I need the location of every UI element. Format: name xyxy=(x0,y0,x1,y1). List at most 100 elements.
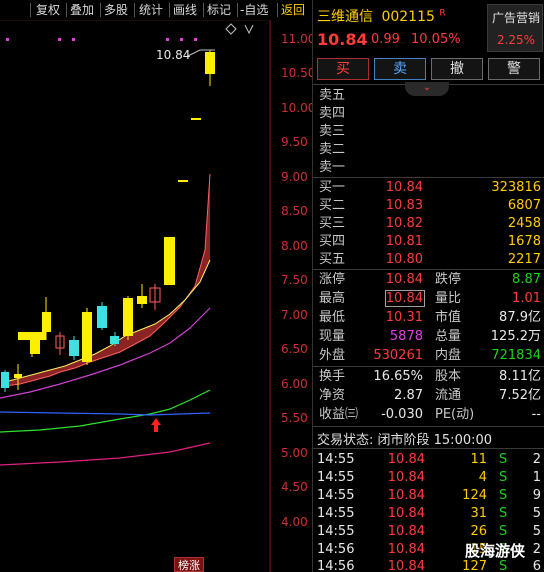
candle-down xyxy=(110,336,119,344)
toolbar-separator xyxy=(237,3,238,17)
signal-dot xyxy=(166,38,169,41)
bid-price: 10.80 xyxy=(385,252,423,267)
ma120-line xyxy=(0,411,211,416)
stock-name-text: 三维通信 xyxy=(317,9,373,25)
toolbar-overlay-button[interactable]: 叠加 xyxy=(70,0,94,20)
tick-price: 10.84 xyxy=(387,488,425,503)
bid-row[interactable]: 买一 10.84 323816 xyxy=(313,178,544,197)
tick-time: 14:55 xyxy=(317,470,355,485)
toolbar-draw-button[interactable]: 画线 xyxy=(173,0,197,20)
ask-row: 卖五 xyxy=(313,86,544,105)
tick-volume: 4 xyxy=(478,470,487,485)
alert-button[interactable]: 警 xyxy=(488,58,540,80)
candlestick-chart[interactable]: 10.84 11.00 10.50 10.00 9.50 9.00 8.50 8… xyxy=(0,19,315,572)
bid-price: 10.84 xyxy=(385,180,423,195)
chart-canvas xyxy=(0,19,271,572)
toolbar-separator xyxy=(100,3,101,17)
toolbar-separator xyxy=(30,3,31,17)
tick-side: S xyxy=(499,506,508,521)
bid-label: 买三 xyxy=(319,216,346,231)
y-axis-tick: 7.00 xyxy=(281,308,308,322)
shares-label: 股本 xyxy=(435,369,462,384)
bid-label: 买四 xyxy=(319,234,346,249)
bid-row[interactable]: 买二 10.83 6807 xyxy=(313,196,544,215)
bid-label: 买二 xyxy=(319,198,346,213)
y-axis-tick: 7.50 xyxy=(281,273,308,287)
bid-volume: 1678 xyxy=(507,234,541,249)
toolbar-watchlist-button[interactable]: -自选 xyxy=(240,0,268,20)
toolbar-fuquan-button[interactable]: 复权 xyxy=(36,0,60,20)
buy-button[interactable]: 买 xyxy=(317,58,369,80)
y-axis-tick: 8.00 xyxy=(281,239,308,253)
bid-volume: 6807 xyxy=(507,198,541,213)
volume-ratio-value: 1.01 xyxy=(512,291,541,306)
bid-label: 买五 xyxy=(319,252,346,267)
nav-value: 2.87 xyxy=(394,388,423,403)
candle-up xyxy=(137,296,147,304)
price-change: 0.99 xyxy=(371,32,400,47)
y-axis-tick: 8.50 xyxy=(281,204,308,218)
toolbar-stats-button[interactable]: 统计 xyxy=(139,0,163,20)
candle-up xyxy=(42,312,51,332)
bid-price: 10.82 xyxy=(385,216,423,231)
toolbar-back-button[interactable]: 返回 xyxy=(281,0,305,20)
candle-up xyxy=(164,237,175,285)
candle-up xyxy=(123,298,133,336)
limit-up-value: 10.84 xyxy=(385,272,423,287)
candle-up xyxy=(82,312,92,362)
tick-time: 14:56 xyxy=(317,559,355,572)
watermark: 股海游侠 xyxy=(465,542,526,560)
toolbar-mark-button[interactable]: 标记 xyxy=(207,0,231,20)
signal-dot xyxy=(194,38,197,41)
ma250-line xyxy=(0,442,211,466)
divider xyxy=(313,448,544,449)
sell-button[interactable]: 卖 xyxy=(374,58,426,80)
tick-price: 10.84 xyxy=(387,559,425,572)
eps-label: 收益㈢ xyxy=(319,407,359,422)
y-axis-tick: 10.50 xyxy=(281,66,316,80)
float-shares-value: 7.52亿 xyxy=(499,388,541,403)
low-label: 最低 xyxy=(319,310,346,325)
stats-row: 收益㈢ -0.030 PE(动) -- xyxy=(313,405,544,424)
bid-row[interactable]: 买三 10.82 2458 xyxy=(313,214,544,233)
y-axis-tick: 9.50 xyxy=(281,135,308,149)
tick-time: 14:55 xyxy=(317,452,355,467)
cancel-order-button[interactable]: 撤 xyxy=(431,58,483,80)
stats-row: 外盘 530261 内盘 721834 xyxy=(313,346,544,365)
toolbar-separator xyxy=(169,3,170,17)
float-shares-label: 流通 xyxy=(435,388,462,403)
ask-label: 卖一 xyxy=(319,160,346,175)
sector-change: 2.25% xyxy=(496,33,536,47)
quote-panel: 三维通信 002115 R 10.84 0.99 10.05% 广告营销 2.2… xyxy=(312,0,544,572)
outer-volume-label: 外盘 xyxy=(319,348,346,363)
ask-row: 卖一 xyxy=(313,158,544,177)
y-axis-tick: 6.00 xyxy=(281,377,308,391)
y-axis-tick: 4.50 xyxy=(281,480,308,494)
sector-box[interactable]: 广告营销 2.25% xyxy=(487,4,543,52)
outer-volume-value: 530261 xyxy=(373,348,423,363)
tick-price: 10.84 xyxy=(387,452,425,467)
tick-side: S xyxy=(499,524,508,539)
bid-row[interactable]: 买四 10.81 1678 xyxy=(313,232,544,251)
signal-dots xyxy=(6,38,197,41)
signal-dot xyxy=(58,38,61,41)
tick-count: 5 xyxy=(532,524,541,539)
candle-up xyxy=(205,52,215,74)
market-cap-value: 87.9亿 xyxy=(499,310,541,325)
candle-down xyxy=(97,306,107,328)
tick-count: 5 xyxy=(532,506,541,521)
market-cap-label: 市值 xyxy=(435,310,462,325)
volume-ratio-label: 量比 xyxy=(435,291,462,306)
ma-band xyxy=(5,174,210,386)
y-axis-tick: 5.00 xyxy=(281,446,308,460)
ask-label: 卖三 xyxy=(319,124,346,139)
tick-volume: 11 xyxy=(470,452,487,467)
dragon-tiger-tag[interactable]: 榜涨 xyxy=(174,557,204,572)
stock-name: 三维通信 002115 R xyxy=(317,6,446,26)
inner-volume-label: 内盘 xyxy=(435,348,462,363)
toolbar-multistock-button[interactable]: 多股 xyxy=(104,0,128,20)
price-change-pct: 10.05% xyxy=(411,32,461,47)
bid-row[interactable]: 买五 10.80 2217 xyxy=(313,250,544,269)
candle-down xyxy=(1,372,9,388)
stats-row: 现量 5878 总量 125.2万 xyxy=(313,327,544,346)
